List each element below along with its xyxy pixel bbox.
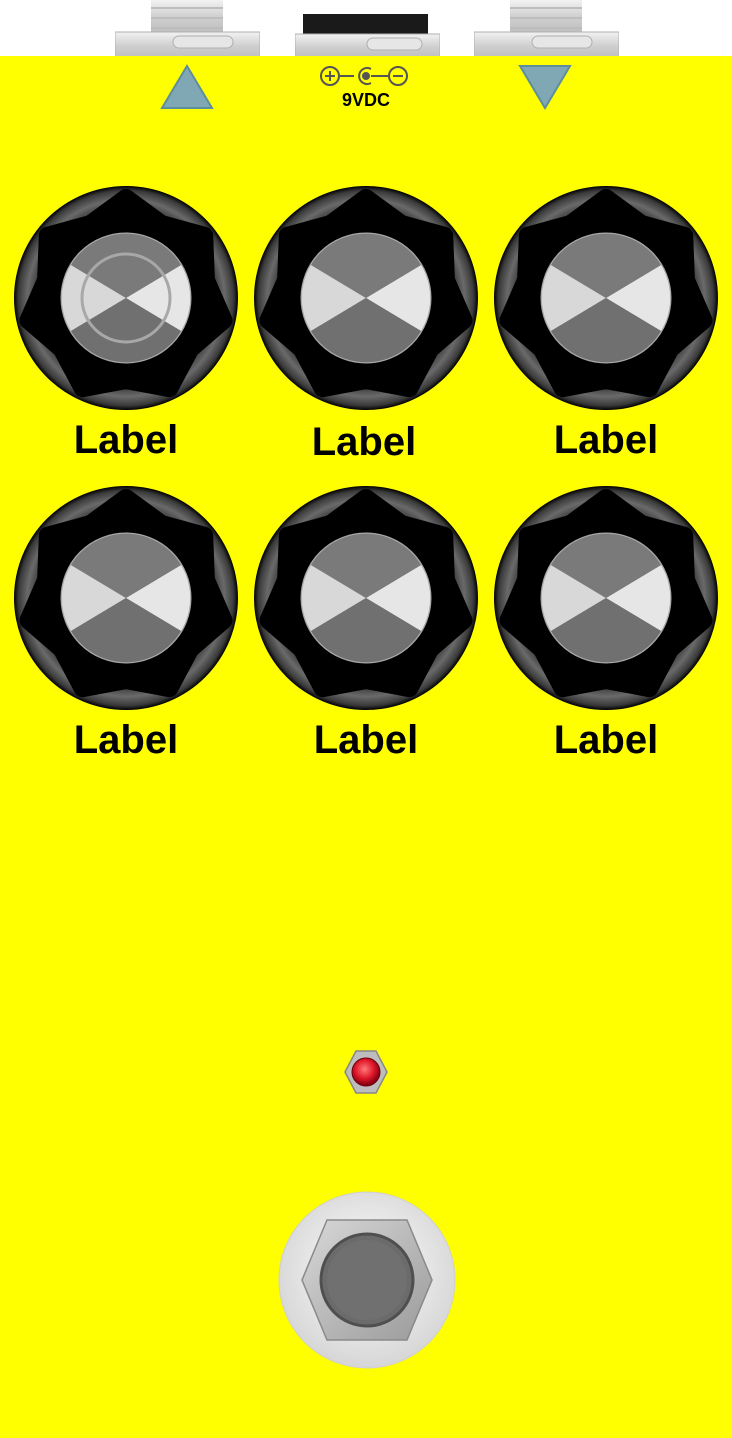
knob-3[interactable] xyxy=(493,185,719,411)
knob-label-6: Label xyxy=(553,718,659,762)
knob-2[interactable] xyxy=(253,185,479,411)
status-led xyxy=(344,1050,388,1094)
knob-4[interactable] xyxy=(13,485,239,711)
knob-label-1: Label xyxy=(73,418,179,462)
input-jack[interactable] xyxy=(115,0,260,60)
footswitch[interactable] xyxy=(277,1190,457,1370)
output-arrow-down-icon xyxy=(518,65,572,110)
input-arrow-up-icon xyxy=(160,64,214,109)
dc-polarity-icon xyxy=(320,66,408,86)
knob-5[interactable] xyxy=(253,485,479,711)
power-label: 9VDC xyxy=(341,90,390,110)
knob-label-2: Label xyxy=(311,420,417,464)
knob-6[interactable] xyxy=(493,485,719,711)
knob-label-5: Label xyxy=(313,718,419,762)
knob-label-3: Label xyxy=(553,418,659,462)
output-jack[interactable] xyxy=(474,0,619,60)
dc-power-jack[interactable] xyxy=(295,0,440,60)
knob-1[interactable] xyxy=(13,185,239,411)
knob-label-4: Label xyxy=(73,718,179,762)
